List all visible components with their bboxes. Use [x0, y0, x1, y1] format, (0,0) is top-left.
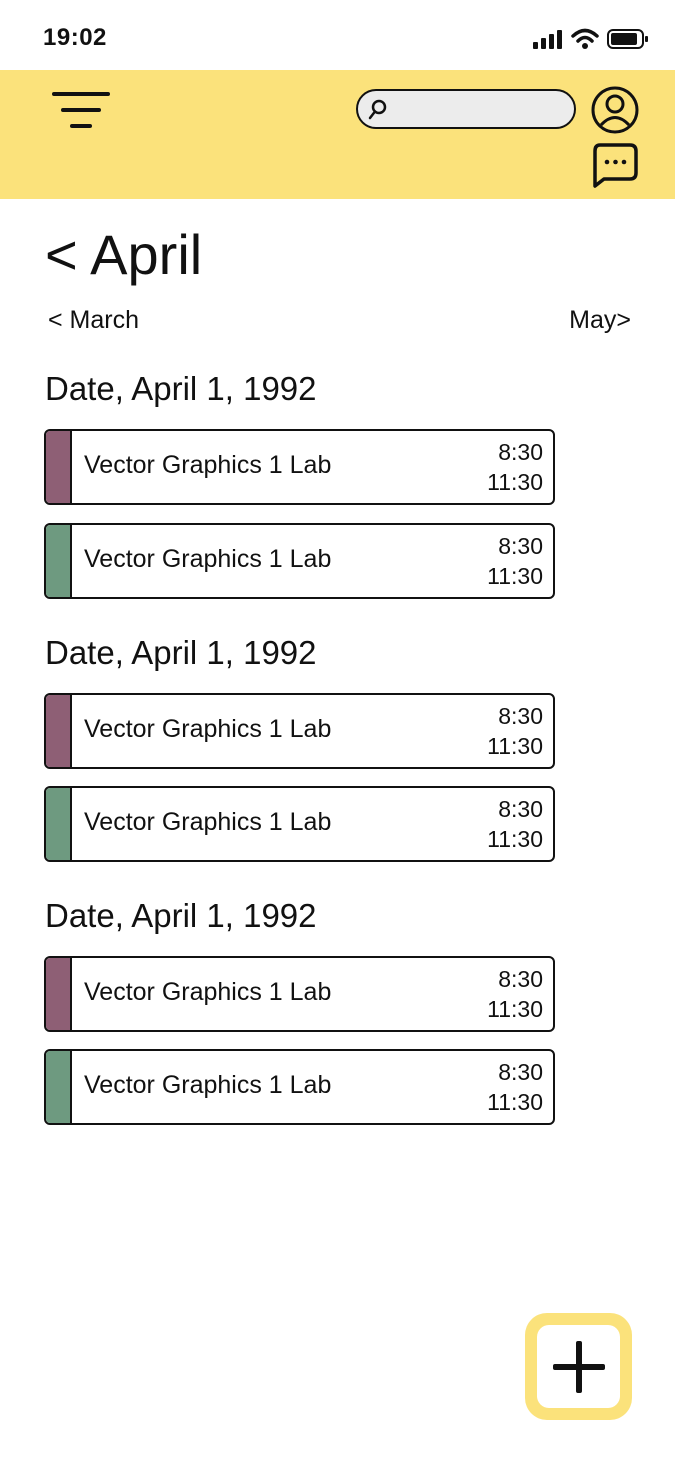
day-heading: Date, April 1, 1992: [45, 370, 317, 407]
event-end-time: 11:30: [487, 1089, 543, 1115]
event-title: Vector Graphics 1 Lab: [84, 1071, 332, 1099]
event-card[interactable]: Vector Graphics 1 Lab 8:30 11:30: [44, 786, 555, 862]
event-times: 8:30 11:30: [487, 701, 543, 761]
event-start-time: 8:30: [498, 703, 543, 729]
event-start-time: 8:30: [498, 439, 543, 465]
app-header: [0, 70, 675, 199]
search-bar[interactable]: [356, 89, 576, 129]
day-heading: Date, April 1, 1992: [45, 897, 317, 934]
search-icon: [368, 99, 387, 120]
menu-icon: [52, 92, 110, 96]
event-times: 8:30 11:30: [487, 1057, 543, 1117]
event-times: 8:30 11:30: [487, 794, 543, 854]
filter-menu-button[interactable]: [50, 90, 112, 130]
event-color-bar: [46, 958, 72, 1030]
event-card[interactable]: Vector Graphics 1 Lab 8:30 11:30: [44, 429, 555, 505]
signal-icon: [533, 30, 562, 49]
next-month-link[interactable]: May>: [569, 306, 631, 335]
search-input[interactable]: [396, 95, 570, 125]
event-start-time: 8:30: [498, 796, 543, 822]
profile-icon: [591, 86, 639, 134]
event-times: 8:30 11:30: [487, 964, 543, 1024]
event-title: Vector Graphics 1 Lab: [84, 451, 332, 479]
chat-button[interactable]: [590, 142, 640, 188]
event-end-time: 11:30: [487, 733, 543, 759]
add-event-button[interactable]: [525, 1313, 632, 1420]
plus-icon: [537, 1325, 620, 1408]
event-color-bar: [46, 525, 72, 597]
status-time: 19:02: [43, 24, 107, 51]
event-end-time: 11:30: [487, 469, 543, 495]
event-title: Vector Graphics 1 Lab: [84, 545, 332, 573]
prev-month-link[interactable]: < March: [48, 306, 139, 335]
event-color-bar: [46, 431, 72, 503]
event-card[interactable]: Vector Graphics 1 Lab 8:30 11:30: [44, 693, 555, 769]
event-color-bar: [46, 788, 72, 860]
event-start-time: 8:30: [498, 1059, 543, 1085]
event-start-time: 8:30: [498, 533, 543, 559]
profile-button[interactable]: [590, 85, 640, 135]
event-card[interactable]: Vector Graphics 1 Lab 8:30 11:30: [44, 956, 555, 1032]
day-heading: Date, April 1, 1992: [45, 634, 317, 671]
event-title: Vector Graphics 1 Lab: [84, 978, 332, 1006]
event-color-bar: [46, 1051, 72, 1123]
event-times: 8:30 11:30: [487, 437, 543, 497]
wifi-icon: [571, 28, 599, 49]
battery-icon: [607, 29, 648, 49]
event-times: 8:30 11:30: [487, 531, 543, 591]
month-title[interactable]: < April: [45, 222, 202, 287]
event-end-time: 11:30: [487, 996, 543, 1022]
event-card[interactable]: Vector Graphics 1 Lab 8:30 11:30: [44, 523, 555, 599]
status-bar: 19:02: [0, 0, 675, 70]
event-title: Vector Graphics 1 Lab: [84, 808, 332, 836]
event-start-time: 8:30: [498, 966, 543, 992]
event-end-time: 11:30: [487, 826, 543, 852]
event-color-bar: [46, 695, 72, 767]
event-end-time: 11:30: [487, 563, 543, 589]
event-title: Vector Graphics 1 Lab: [84, 715, 332, 743]
chat-icon: [593, 143, 638, 188]
status-icons: [533, 28, 649, 50]
event-card[interactable]: Vector Graphics 1 Lab 8:30 11:30: [44, 1049, 555, 1125]
